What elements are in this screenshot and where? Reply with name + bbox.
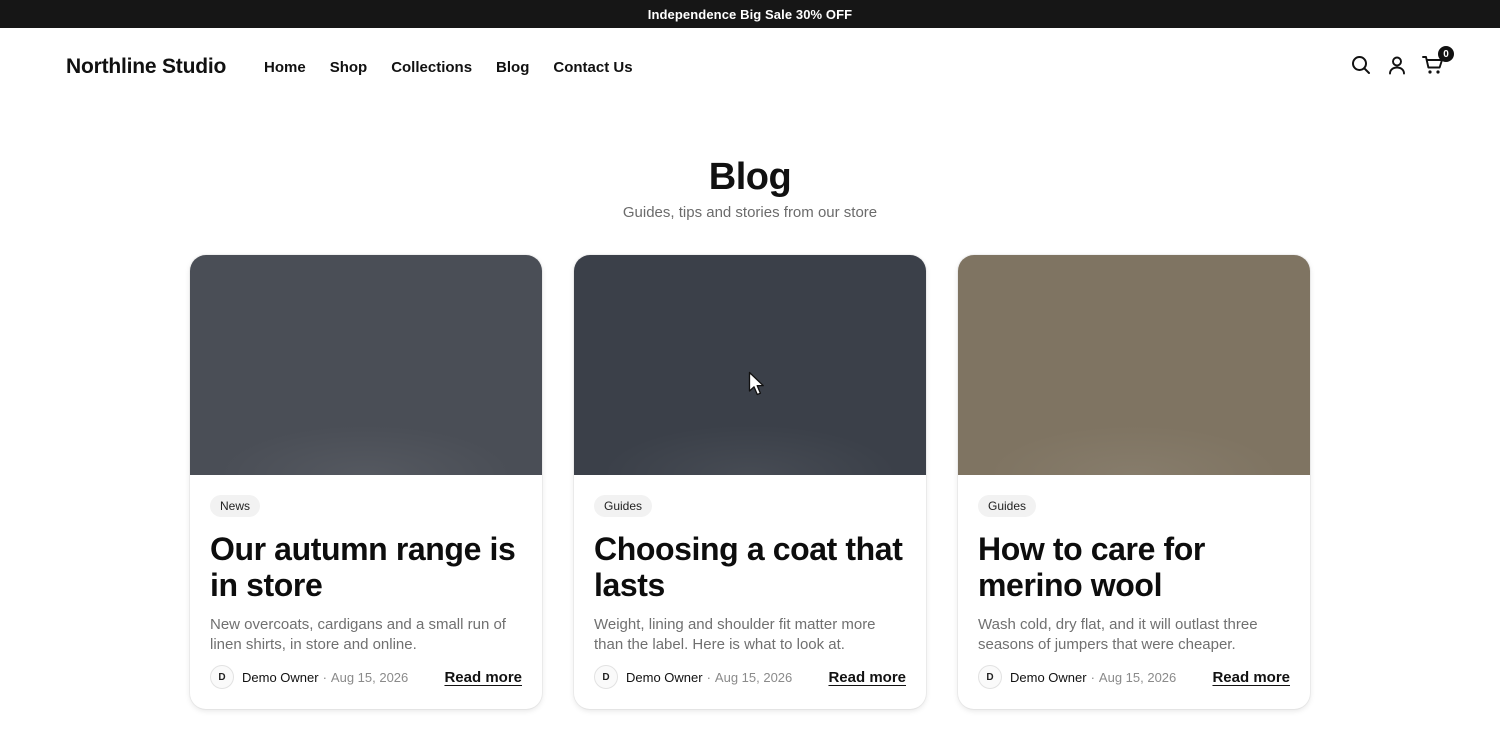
post-image[interactable] <box>574 255 926 475</box>
nav-collections[interactable]: Collections <box>391 59 472 76</box>
author-name: Demo Owner <box>626 669 703 685</box>
post-tag: News <box>210 495 261 517</box>
site-header: Northline Studio Home Shop Collections B… <box>0 28 1500 108</box>
post-meta: D Demo Owner · Aug 15, 2026 <box>594 665 792 689</box>
page-title: Blog <box>708 156 792 198</box>
read-more-link[interactable]: Read more <box>828 669 906 686</box>
nav-home[interactable]: Home <box>264 59 306 76</box>
post-tag: Guides <box>594 495 653 517</box>
post-date: Aug 15, 2026 <box>330 669 409 685</box>
nav-contact-us[interactable]: Contact Us <box>553 59 632 76</box>
meta-separator: · <box>322 669 327 685</box>
blog-card[interactable]: Guides How to care for merino wool Wash … <box>958 255 1310 709</box>
author-name: Demo Owner <box>1010 669 1087 685</box>
nav-shop[interactable]: Shop <box>330 59 368 76</box>
post-footer: D Demo Owner · Aug 15, 2026 Read more <box>210 665 522 689</box>
avatar: D <box>594 665 618 689</box>
author-name: Demo Owner <box>242 669 319 685</box>
search-icon[interactable] <box>1350 54 1372 76</box>
post-excerpt: Weight, lining and shoulder fit matter m… <box>594 616 876 653</box>
meta-separator: · <box>1090 669 1095 685</box>
blog-card[interactable]: News Our autumn range is in store New ov… <box>190 255 542 709</box>
post-title[interactable]: Choosing a coat that lasts <box>594 531 904 603</box>
blog-post-grid: News Our autumn range is in store New ov… <box>190 255 1310 709</box>
post-excerpt: Wash cold, dry flat, and it will outlast… <box>978 616 1258 653</box>
read-more-link[interactable]: Read more <box>1212 669 1290 686</box>
card-body: Guides How to care for merino wool Wash … <box>958 475 1310 709</box>
main-nav: Home Shop Collections Blog Contact Us <box>264 59 633 76</box>
header-icons: 0 <box>1350 46 1454 76</box>
post-title[interactable]: Our autumn range is in store <box>210 531 520 603</box>
post-date: Aug 15, 2026 <box>1098 669 1177 685</box>
page-header: Blog Guides, tips and stories from our s… <box>0 152 1500 221</box>
post-image[interactable] <box>190 255 542 475</box>
post-excerpt: New overcoats, cardigans and a small run… <box>210 616 506 653</box>
account-icon[interactable] <box>1386 54 1408 76</box>
read-more-link[interactable]: Read more <box>444 669 522 686</box>
post-tag: Guides <box>978 495 1037 517</box>
post-image[interactable] <box>958 255 1310 475</box>
post-footer: D Demo Owner · Aug 15, 2026 Read more <box>978 665 1290 689</box>
store-logo[interactable]: Northline Studio <box>66 55 226 79</box>
mouse-pointer-icon <box>748 371 764 396</box>
announcement-bar: Independence Big Sale 30% OFF <box>0 0 1500 28</box>
blog-card[interactable]: Guides Choosing a coat that lasts Weight… <box>574 255 926 709</box>
cart-icon[interactable]: 0 <box>1422 46 1454 76</box>
post-footer: D Demo Owner · Aug 15, 2026 Read more <box>594 665 906 689</box>
card-body: Guides Choosing a coat that lasts Weight… <box>574 475 926 709</box>
page-subtitle: Guides, tips and stories from our store <box>622 204 878 221</box>
announcement-text: Independence Big Sale 30% OFF <box>647 6 853 22</box>
meta-separator: · <box>706 669 711 685</box>
post-date: Aug 15, 2026 <box>714 669 793 685</box>
nav-blog[interactable]: Blog <box>496 59 529 76</box>
avatar: D <box>210 665 234 689</box>
post-title[interactable]: How to care for merino wool <box>978 531 1288 603</box>
card-body: News Our autumn range is in store New ov… <box>190 475 542 709</box>
cart-count-badge: 0 <box>1438 46 1454 62</box>
post-meta: D Demo Owner · Aug 15, 2026 <box>978 665 1176 689</box>
avatar: D <box>978 665 1002 689</box>
post-meta: D Demo Owner · Aug 15, 2026 <box>210 665 408 689</box>
